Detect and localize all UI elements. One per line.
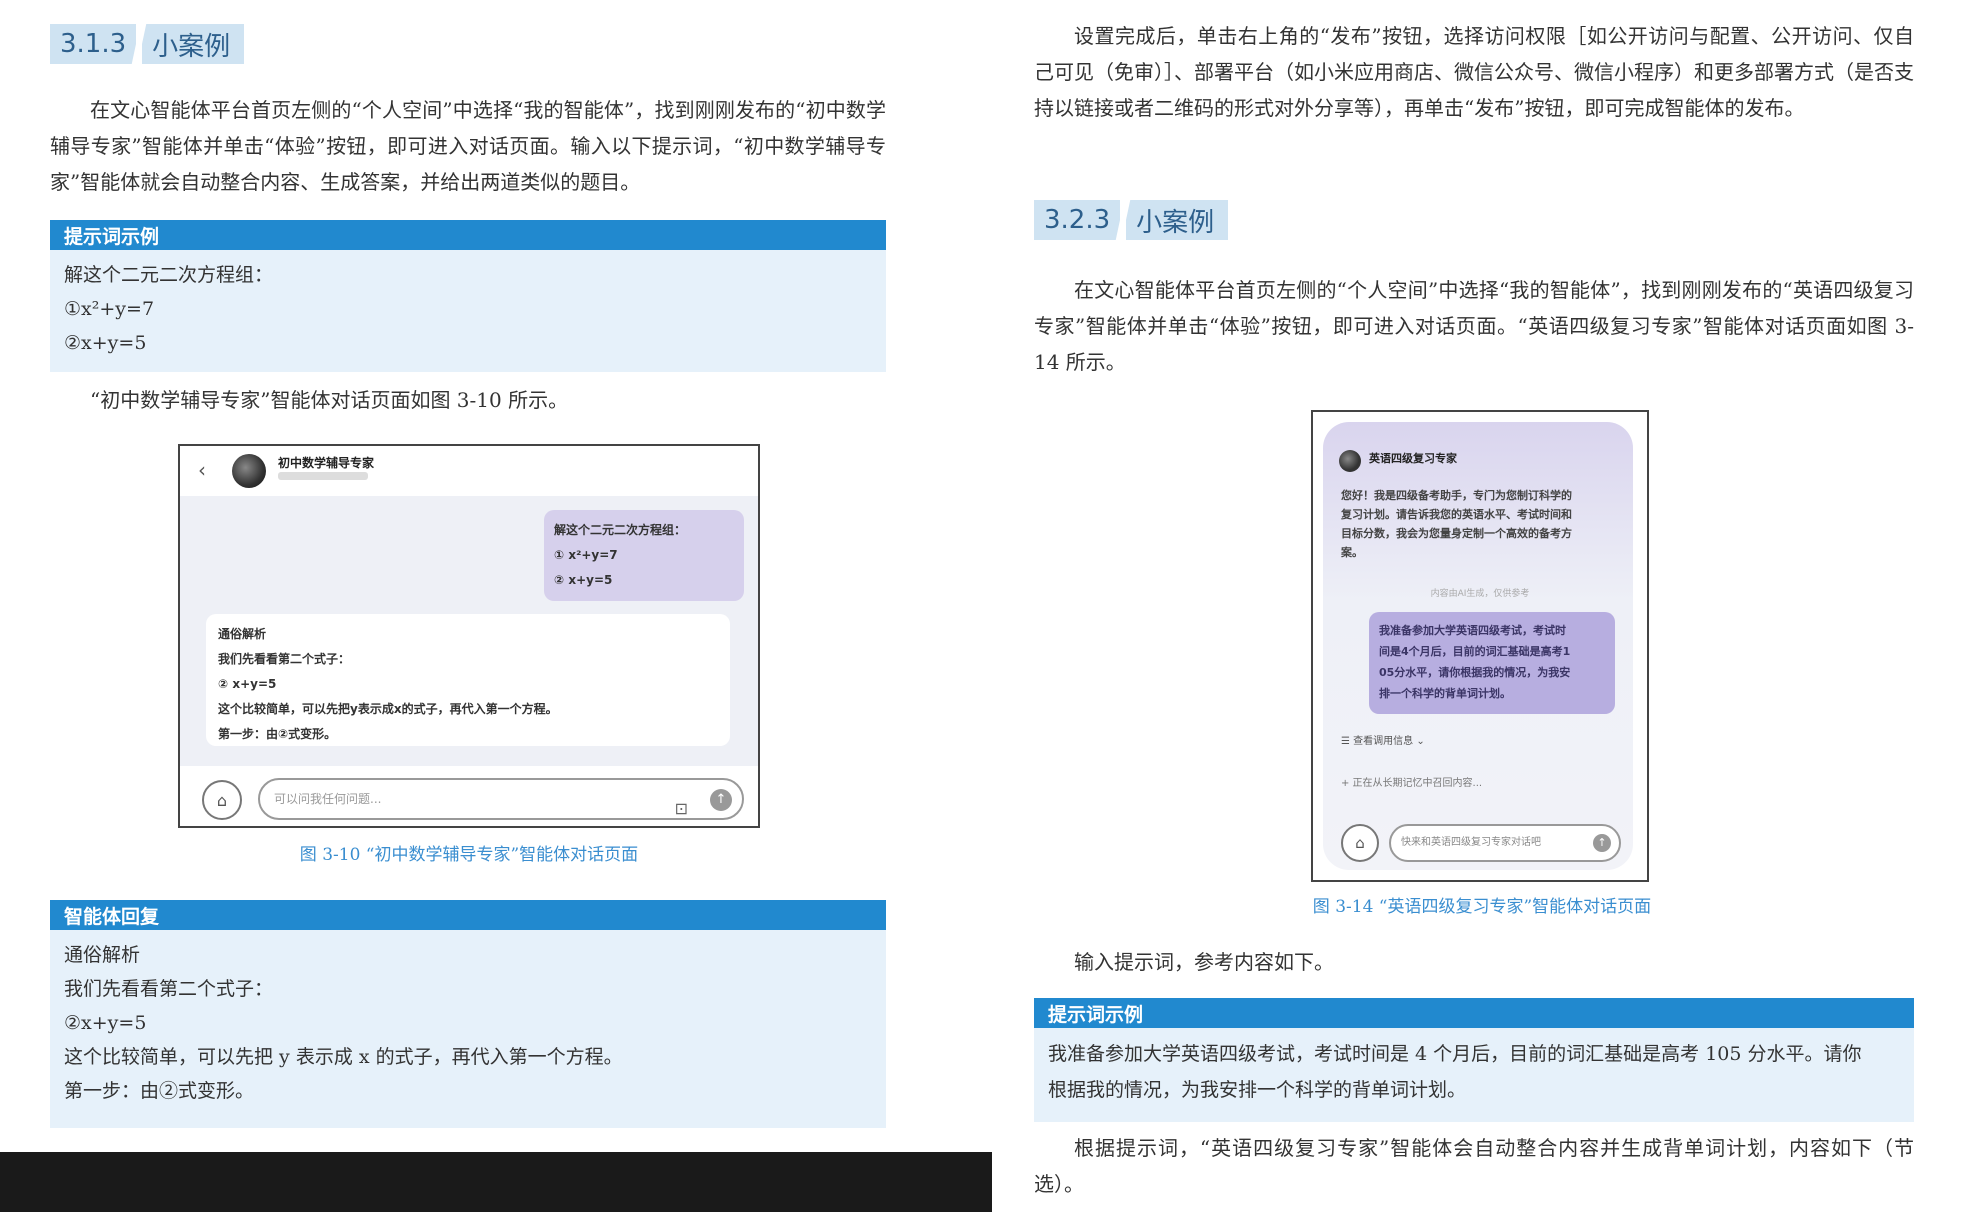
agent-subtitle-placeholder [278,472,368,480]
prompt-example-box: 提示词示例 我准备参加大学英语四级考试，考试时间是 4 个月后，目前的词汇基础是… [1034,998,1914,1122]
reply-line: 我们先看看第二个式子： [64,978,274,1000]
section-title: 小案例 [142,24,245,64]
right-page: 设置完成后，单击右上角的“发布”按钮，选择访问权限［如公开访问与配置、公开访问、… [992,0,1984,1212]
closing-paragraph: 根据提示词，“英语四级复习专家”智能体会自动整合内容并生成背单词计划，内容如下（… [1034,1136,1914,1196]
chat-header: ‹ 初中数学辅导专家 [180,446,758,497]
agent-reply-body: 通俗解析 我们先看看第二个式子： ②x+y=5 这个比较简单，可以先把 y 表示… [50,930,886,1116]
figure-caption-3-10: 图 3-10 “初中数学辅导专家”智能体对话页面 [299,845,639,865]
prompt-example-body: 解这个二元二次方程组： ①x²+y=7 ②x+y=5 [50,250,886,368]
agent-avatar [1339,450,1361,472]
reply-line: 通俗解析 [64,944,141,966]
user-message-line: 05分水平，请你根据我的情况，为我安 [1379,666,1571,679]
chat-input-bar: ⌂ 可以问我任何问题... ⊡ ↑ [180,766,758,826]
answer-line: 我们先看看第二个式子： [218,652,351,666]
english-agent-chat-screenshot: 英语四级复习专家 您好！我是四级备考助手，专门为您制订科学的 复习计划。请告诉我… [1311,410,1649,882]
chat-input[interactable]: 快来和英语四级复习专家对话吧 ↑ [1389,824,1621,862]
section-number: 3.1.3 [50,24,137,64]
figure-reference-paragraph: “初中数学辅导专家”智能体对话页面如图 3-10 所示。 [90,388,569,412]
user-message-line: 解这个二元二次方程组： [554,523,687,537]
agent-name: 英语四级复习专家 [1369,452,1457,465]
section-number: 3.2.3 [1034,200,1121,240]
view-call-info-toggle[interactable]: ☰ 查看调用信息 ⌄ [1341,732,1425,747]
section-title: 小案例 [1126,200,1229,240]
chat-input-placeholder: 可以问我任何问题... [274,792,382,806]
answer-line: 第一步：由②式变形。 [218,727,337,741]
section-heading-3-1-3: 3.1.3 小案例 [50,24,245,64]
user-message-line: 间是4个月后，目前的词汇基础是高考1 [1379,645,1571,658]
reply-line: 第一步：由②式变形。 [64,1080,255,1102]
prompt-lead-paragraph: 输入提示词，参考内容如下。 [1074,950,1334,974]
agent-greeting: 您好！我是四级备考助手，专门为您制订科学的 复习计划。请告诉我您的英语水平、考试… [1341,486,1617,562]
intro-paragraph: 在文心智能体平台首页左侧的“个人空间”中选择“我的智能体”，找到刚刚发布的“初中… [50,98,886,194]
agent-reply-box: 智能体回复 通俗解析 我们先看看第二个式子： ②x+y=5 这个比较简单，可以先… [50,900,886,1128]
user-message-line: 排一个科学的背单词计划。 [1379,687,1511,700]
memory-recall-status: + 正在从长期记忆中召回内容... [1341,778,1483,789]
greeting-line: 复习计划。请告诉我您的英语水平、考试时间和 [1341,508,1572,521]
chat-area: 解这个二元二次方程组： ① x²+y=7 ② x+y=5 通俗解析 我们先看看第… [180,496,758,766]
user-message-bubble: 解这个二元二次方程组： ① x²+y=7 ② x+y=5 [544,510,744,601]
figure-caption-3-14: 图 3-14 “英语四级复习专家”智能体对话页面 [1312,897,1652,917]
prompt-example-title: 提示词示例 [1034,998,1914,1028]
section-heading-3-2-3: 3.2.3 小案例 [1034,200,1229,240]
answer-line: 通俗解析 [218,627,267,641]
user-message-bubble: 我准备参加大学英语四级考试，考试时 间是4个月后，目前的词汇基础是高考1 05分… [1369,612,1615,714]
reply-line: ②x+y=5 [64,1012,147,1034]
chat-input-placeholder: 快来和英语四级复习专家对话吧 [1401,837,1541,848]
ai-generated-notice: 内容由AI生成，仅供参考 [1430,589,1530,599]
publish-paragraph: 设置完成后，单击右上角的“发布”按钮，选择访问权限［如公开访问与配置、公开访问、… [1034,24,1914,120]
user-message-line: ① x²+y=7 [554,548,618,562]
greeting-line: 案。 [1341,546,1363,559]
send-icon[interactable]: ↑ [1593,834,1611,852]
agent-avatar [232,454,266,488]
toolbox-icon[interactable]: ⌂ [202,780,242,820]
image-upload-icon[interactable]: ⊡ [675,790,688,826]
answer-line: 这个比较简单，可以先把y表示成x的式子，再代入第一个方程。 [218,702,558,716]
send-icon[interactable]: ↑ [710,789,732,811]
user-message-line: 我准备参加大学英语四级考试，考试时 [1379,624,1566,637]
prompt-line: 解这个二元二次方程组： [64,264,274,286]
agent-name: 初中数学辅导专家 [278,456,375,470]
math-agent-chat-screenshot: ‹ 初中数学辅导专家 解这个二元二次方程组： ① x²+y=7 ② x+y=5 … [178,444,760,828]
greeting-line: 您好！我是四级备考助手，专门为您制订科学的 [1341,489,1572,502]
prompt-example-title: 提示词示例 [50,220,886,250]
prompt-line: 根据我的情况，为我安排一个科学的背单词计划。 [1048,1079,1467,1101]
prompt-line: ②x+y=5 [64,332,147,354]
prompt-example-box: 提示词示例 解这个二元二次方程组： ①x²+y=7 ②x+y=5 [50,220,886,372]
user-message-line: ② x+y=5 [554,573,613,587]
intro-paragraph: 在文心智能体平台首页左侧的“个人空间”中选择“我的智能体”，找到刚刚发布的“英语… [1034,278,1914,374]
greeting-line: 目标分数，我会为您量身定制一个高效的备考方 [1341,527,1572,540]
toolbox-icon[interactable]: ⌂ [1341,824,1379,862]
left-page: 3.1.3 小案例 在文心智能体平台首页左侧的“个人空间”中选择“我的智能体”，… [0,0,992,1152]
prompt-line: 我准备参加大学英语四级考试，考试时间是 4 个月后，目前的词汇基础是高考 105… [1048,1043,1862,1065]
answer-line: ② x+y=5 [218,677,277,691]
prompt-example-body: 我准备参加大学英语四级考试，考试时间是 4 个月后，目前的词汇基础是高考 105… [1034,1028,1914,1116]
prompt-line: ①x²+y=7 [64,298,155,320]
back-icon[interactable]: ‹ [198,458,206,482]
agent-reply-title: 智能体回复 [50,900,886,930]
reply-line: 这个比较简单，可以先把 y 表示成 x 的式子，再代入第一个方程。 [64,1046,623,1068]
agent-answer-bubble: 通俗解析 我们先看看第二个式子： ② x+y=5 这个比较简单，可以先把y表示成… [206,614,730,746]
chat-input[interactable]: 可以问我任何问题... ⊡ ↑ [258,778,744,820]
